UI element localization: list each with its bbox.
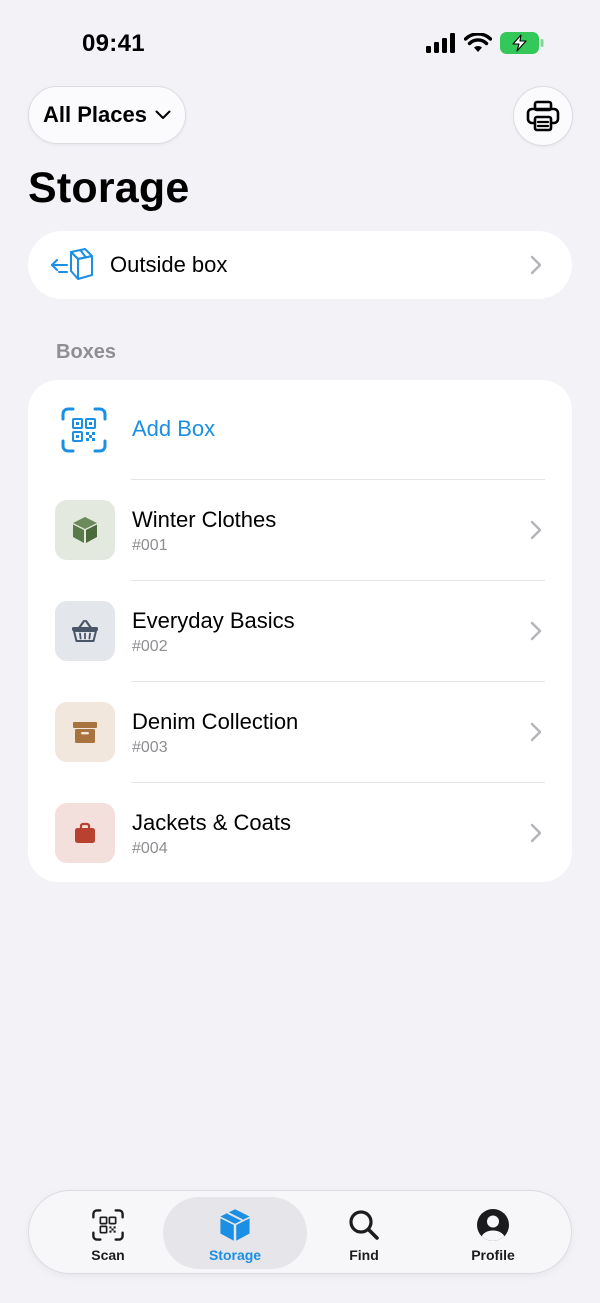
outside-box-row[interactable]: Outside box bbox=[28, 231, 572, 299]
box-name: Winter Clothes bbox=[132, 507, 277, 532]
box-name: Jackets & Coats bbox=[132, 810, 291, 835]
tab-label: Find bbox=[349, 1247, 379, 1263]
tab-label: Profile bbox=[471, 1247, 515, 1263]
box-row-denim-collection[interactable]: Denim Collection #003 bbox=[28, 682, 572, 783]
printer-icon bbox=[526, 100, 560, 132]
boxes-list: Add Box Winter Clothes #001 Everyday Bas… bbox=[28, 380, 572, 882]
person-circle-icon bbox=[476, 1208, 510, 1242]
chevron-right-icon bbox=[530, 621, 542, 641]
box-thumbnail bbox=[55, 702, 115, 762]
outside-box-label: Outside box bbox=[110, 252, 228, 277]
cube-icon bbox=[218, 1208, 252, 1242]
wifi-icon bbox=[464, 33, 492, 52]
print-button[interactable] bbox=[513, 86, 573, 146]
box-code: #001 bbox=[132, 537, 168, 554]
tab-find[interactable]: Find bbox=[292, 1197, 436, 1269]
screen: 09:41 All Places Storage Outside box Box… bbox=[0, 0, 600, 1303]
tab-profile[interactable]: Profile bbox=[421, 1197, 565, 1269]
tab-storage[interactable]: Storage bbox=[163, 1197, 307, 1269]
chevron-right-icon bbox=[530, 722, 542, 742]
box-thumbnail bbox=[55, 601, 115, 661]
cellular-signal-icon bbox=[426, 33, 455, 53]
box-name: Denim Collection bbox=[132, 709, 299, 734]
box-thumbnail bbox=[55, 803, 115, 863]
chevron-right-icon bbox=[530, 520, 542, 540]
chevron-down-icon bbox=[155, 110, 171, 119]
chevron-right-icon bbox=[530, 823, 542, 843]
archive-box-icon bbox=[73, 722, 97, 743]
box-row-everyday-basics[interactable]: Everyday Basics #002 bbox=[28, 581, 572, 682]
box-thumbnail bbox=[55, 500, 115, 560]
qr-scan-icon bbox=[91, 1208, 125, 1242]
tab-bar: Scan Storage Find Profile bbox=[28, 1190, 572, 1274]
tab-label: Scan bbox=[91, 1247, 125, 1263]
basket-icon bbox=[72, 619, 98, 642]
box-out-icon bbox=[51, 248, 93, 280]
tab-scan[interactable]: Scan bbox=[36, 1197, 180, 1269]
chevron-right-icon bbox=[530, 255, 542, 275]
qr-scan-icon bbox=[61, 407, 107, 453]
place-picker-label: All Places bbox=[43, 102, 147, 127]
box-row-jackets-coats[interactable]: Jackets & Coats #004 bbox=[28, 783, 572, 884]
box-row-winter-clothes[interactable]: Winter Clothes #001 bbox=[28, 480, 572, 581]
place-picker-button[interactable]: All Places bbox=[28, 86, 186, 144]
add-box-button[interactable]: Add Box bbox=[28, 380, 572, 480]
status-time: 09:41 bbox=[82, 30, 145, 57]
cube-icon bbox=[73, 517, 97, 543]
box-code: #003 bbox=[132, 739, 168, 756]
status-icons bbox=[426, 32, 544, 54]
page-title: Storage bbox=[28, 164, 190, 212]
section-header-boxes: Boxes bbox=[56, 341, 117, 363]
bag-icon bbox=[75, 822, 95, 843]
tab-label: Storage bbox=[208, 1247, 262, 1263]
box-name: Everyday Basics bbox=[132, 608, 295, 633]
search-icon bbox=[347, 1208, 381, 1242]
box-code: #004 bbox=[132, 840, 168, 857]
battery-charging-icon bbox=[500, 32, 544, 54]
add-box-label: Add Box bbox=[132, 416, 216, 441]
box-code: #002 bbox=[132, 638, 168, 655]
